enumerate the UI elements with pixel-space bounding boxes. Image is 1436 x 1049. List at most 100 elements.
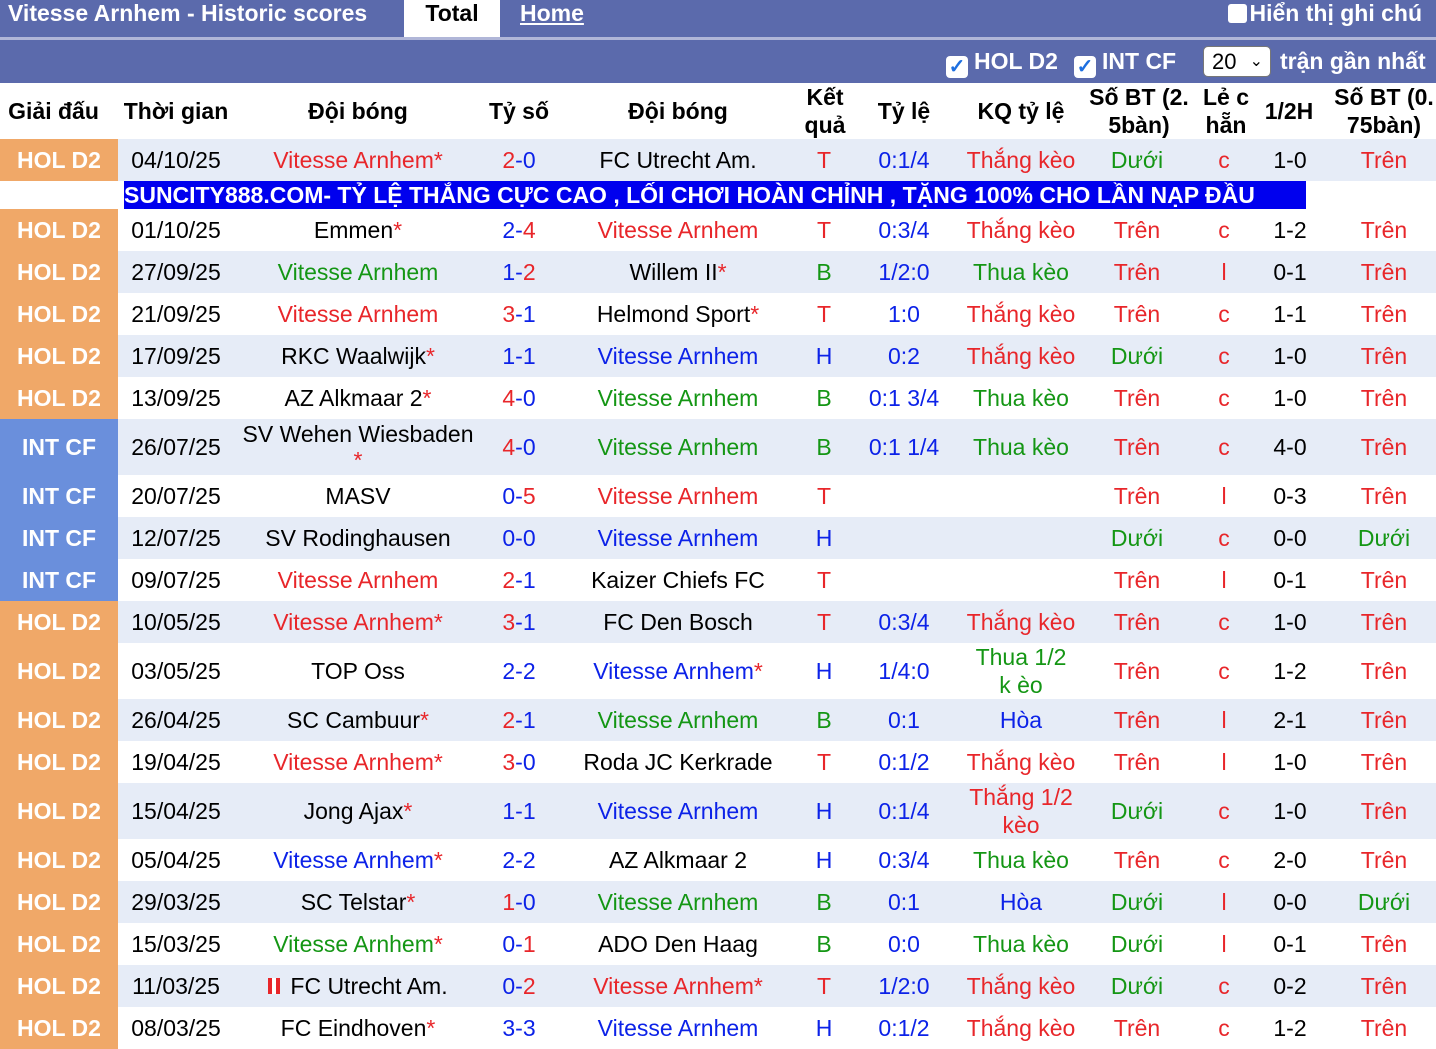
promo-banner[interactable]: SUNCITY888.COM- TỶ LỆ THẮNG CỰC CAO , LỐ…	[124, 181, 1306, 209]
league-badge[interactable]: HOL D2	[0, 965, 118, 1007]
away-team-name[interactable]: Willem II	[629, 258, 717, 286]
home-team-name[interactable]: Emmen	[314, 216, 393, 244]
home-team[interactable]: Vitesse Arnhem *	[236, 741, 480, 783]
away-team[interactable]: Vitesse Arnhem	[558, 783, 798, 839]
home-team[interactable]: Emmen *	[236, 209, 480, 251]
league-badge[interactable]: HOL D2	[0, 139, 118, 181]
league-badge[interactable]: HOL D2	[0, 335, 118, 377]
header-half-time[interactable]: 1/2H	[1254, 83, 1324, 139]
show-notes-checkbox[interactable]	[1227, 4, 1247, 23]
away-team-name[interactable]: Vitesse Arnhem	[598, 706, 759, 734]
league-badge[interactable]: HOL D2	[0, 601, 118, 643]
tab-home[interactable]: Home	[520, 0, 584, 26]
show-notes-toggle[interactable]: Hiển thị ghi chú	[1227, 0, 1422, 26]
home-team[interactable]: Vitesse Arnhem *	[236, 923, 480, 965]
away-team[interactable]: Vitesse Arnhem	[558, 699, 798, 741]
header-away-team[interactable]: Đội bóng	[558, 83, 798, 139]
away-team-name[interactable]: Vitesse Arnhem	[598, 482, 759, 510]
home-team[interactable]: FC Eindhoven *	[236, 1007, 480, 1049]
match-score[interactable]: 2-0	[480, 139, 558, 181]
match-score[interactable]: 0-5	[480, 475, 558, 517]
away-team-name[interactable]: ADO Den Haag	[598, 930, 758, 958]
match-score[interactable]: 0-2	[480, 965, 558, 1007]
home-team[interactable]: SC Telstar *	[236, 881, 480, 923]
away-team-name[interactable]: Vitesse Arnhem	[598, 797, 759, 825]
match-score[interactable]: 0-1	[480, 923, 558, 965]
home-team-name[interactable]: TOP Oss	[311, 657, 405, 685]
home-team[interactable]: SV Wehen Wiesbaden *	[236, 419, 480, 475]
home-team[interactable]: Jong Ajax *	[236, 783, 480, 839]
header-odd-even[interactable]: Lẻ c hẵn	[1198, 83, 1254, 139]
league-badge[interactable]: HOL D2	[0, 377, 118, 419]
match-score[interactable]: 3-3	[480, 1007, 558, 1049]
home-team[interactable]: Vitesse Arnhem *	[236, 601, 480, 643]
match-score[interactable]: 3-1	[480, 293, 558, 335]
away-team[interactable]: AZ Alkmaar 2	[558, 839, 798, 881]
home-team-name[interactable]: FC Eindhoven	[281, 1014, 427, 1042]
away-team-name[interactable]: Vitesse Arnhem	[598, 524, 759, 552]
match-score[interactable]: 2-2	[480, 643, 558, 699]
away-team[interactable]: FC Utrecht Am.	[558, 139, 798, 181]
home-team-name[interactable]: Vitesse Arnhem	[273, 748, 434, 776]
header-goals-0-75[interactable]: Số BT (0. 75bàn)	[1328, 83, 1436, 139]
away-team-name[interactable]: Vitesse Arnhem	[598, 384, 759, 412]
away-team[interactable]: ADO Den Haag	[558, 923, 798, 965]
header-league[interactable]: Giải đấu	[0, 83, 107, 139]
away-team[interactable]: Vitesse Arnhem	[558, 419, 798, 475]
header-home-team[interactable]: Đội bóng	[236, 83, 480, 139]
filter-int-cf[interactable]: ✓ INT CF	[1074, 48, 1176, 78]
home-team-name[interactable]: Vitesse Arnhem	[273, 608, 434, 636]
home-team[interactable]: Vitesse Arnhem	[236, 251, 480, 293]
away-team[interactable]: Vitesse Arnhem	[558, 475, 798, 517]
match-score[interactable]: 2-2	[480, 839, 558, 881]
match-score[interactable]: 2-4	[480, 209, 558, 251]
tab-total[interactable]: Total	[404, 0, 500, 37]
home-team[interactable]: SC Cambuur *	[236, 699, 480, 741]
home-team-name[interactable]: Jong Ajax	[304, 797, 404, 825]
away-team[interactable]: Willem II *	[558, 251, 798, 293]
league-badge[interactable]: HOL D2	[0, 881, 118, 923]
match-score[interactable]: 4-0	[480, 377, 558, 419]
match-score[interactable]: 3-0	[480, 741, 558, 783]
home-team[interactable]: Vitesse Arnhem	[236, 559, 480, 601]
home-team-name[interactable]: Vitesse Arnhem	[273, 146, 434, 174]
away-team[interactable]: Helmond Sport *	[558, 293, 798, 335]
away-team[interactable]: Kaizer Chiefs FC	[558, 559, 798, 601]
match-score[interactable]: 1-0	[480, 881, 558, 923]
league-badge[interactable]: HOL D2	[0, 643, 118, 699]
league-badge[interactable]: HOL D2	[0, 209, 118, 251]
league-badge[interactable]: HOL D2	[0, 783, 118, 839]
home-team-name[interactable]: AZ Alkmaar 2	[285, 384, 423, 412]
away-team-name[interactable]: Vitesse Arnhem	[593, 657, 754, 685]
away-team-name[interactable]: Vitesse Arnhem	[598, 1014, 759, 1042]
home-team-name[interactable]: Vitesse Arnhem	[273, 930, 434, 958]
home-team-name[interactable]: MASV	[325, 482, 390, 510]
match-score[interactable]: 1-2	[480, 251, 558, 293]
away-team-name[interactable]: Roda JC Kerkrade	[583, 748, 772, 776]
match-score[interactable]: 4-0	[480, 419, 558, 475]
home-team-name[interactable]: Vitesse Arnhem	[278, 300, 439, 328]
away-team[interactable]: Vitesse Arnhem	[558, 1007, 798, 1049]
away-team[interactable]: Vitesse Arnhem	[558, 209, 798, 251]
away-team-name[interactable]: Helmond Sport	[597, 300, 750, 328]
home-team[interactable]: RKC Waalwijk *	[236, 335, 480, 377]
away-team[interactable]: Vitesse Arnhem	[558, 881, 798, 923]
league-badge[interactable]: INT CF	[0, 559, 118, 601]
away-team-name[interactable]: Vitesse Arnhem	[598, 888, 759, 916]
home-team[interactable]: FC Utrecht Am.	[236, 965, 480, 1007]
away-team[interactable]: Vitesse Arnhem	[558, 517, 798, 559]
home-team[interactable]: TOP Oss	[236, 643, 480, 699]
away-team-name[interactable]: FC Den Bosch	[603, 608, 753, 636]
match-count-select[interactable]: 20 ⌄	[1203, 46, 1271, 77]
home-team[interactable]: MASV	[236, 475, 480, 517]
home-team-name[interactable]: Vitesse Arnhem	[278, 258, 439, 286]
home-team-name[interactable]: SC Cambuur	[287, 706, 420, 734]
away-team[interactable]: Vitesse Arnhem *	[558, 965, 798, 1007]
home-team-name[interactable]: SV Wehen Wiesbaden	[243, 421, 474, 447]
away-team[interactable]: Vitesse Arnhem	[558, 335, 798, 377]
league-badge[interactable]: HOL D2	[0, 741, 118, 783]
home-team[interactable]: Vitesse Arnhem	[236, 293, 480, 335]
away-team[interactable]: Roda JC Kerkrade	[558, 741, 798, 783]
header-goals-2-5[interactable]: Số BT (2. 5bàn)	[1084, 83, 1194, 139]
league-badge[interactable]: HOL D2	[0, 699, 118, 741]
